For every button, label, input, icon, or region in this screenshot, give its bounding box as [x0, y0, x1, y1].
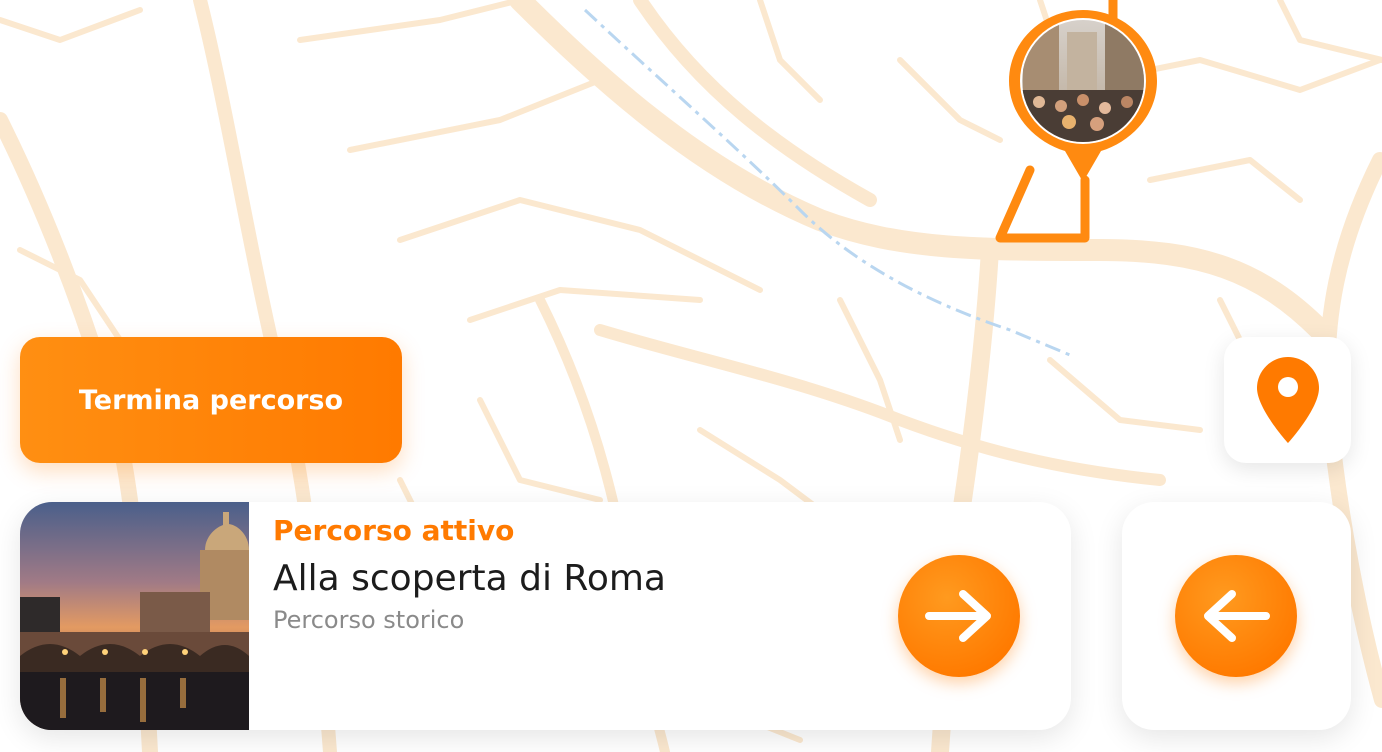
location-pin-icon	[1256, 357, 1319, 443]
next-stop-button[interactable]	[898, 555, 1020, 677]
route-thumbnail	[20, 502, 249, 730]
my-location-button[interactable]	[1224, 337, 1351, 463]
route-subtitle: Percorso storico	[273, 606, 465, 634]
active-route-card[interactable]: Percorso attivo Alla scoperta di Roma Pe…	[20, 502, 1071, 730]
arrow-right-icon	[925, 590, 991, 642]
end-route-label: Termina percorso	[78, 384, 344, 416]
route-title: Alla scoperta di Roma	[273, 558, 666, 599]
previous-stop-button[interactable]	[1175, 555, 1297, 677]
arrow-left-icon	[1204, 590, 1270, 642]
place-photo-marker[interactable]	[1009, 10, 1157, 185]
route-status-label: Percorso attivo	[273, 514, 515, 547]
end-route-button[interactable]: Termina percorso	[20, 337, 402, 463]
previous-stop-card[interactable]	[1122, 502, 1351, 730]
